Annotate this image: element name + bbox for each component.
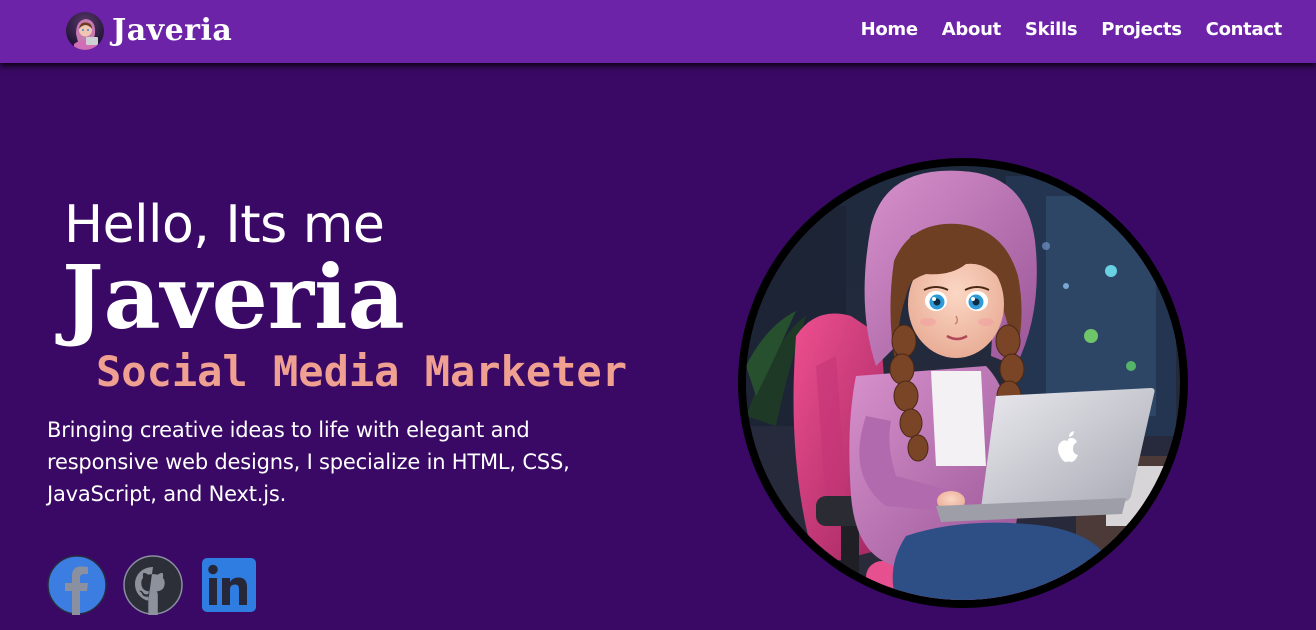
hero-name: Javeria <box>62 245 405 349</box>
hero-role: Social Media Marketer <box>96 347 628 396</box>
profile-portrait <box>738 158 1188 608</box>
nav-link-about[interactable]: About <box>942 19 1001 40</box>
avatar-icon <box>66 12 104 50</box>
nav-link-skills[interactable]: Skills <box>1025 19 1078 40</box>
nav-links: Home About Skills Projects Contact <box>861 19 1283 40</box>
social-links <box>47 555 259 615</box>
navbar: Javeria Home About Skills Projects Conta… <box>0 0 1316 63</box>
hero-intro: Bringing creative ideas to life with ele… <box>47 418 570 506</box>
nav-link-projects[interactable]: Projects <box>1101 19 1182 40</box>
brand-link[interactable]: Javeria <box>66 12 232 50</box>
linkedin-icon[interactable] <box>199 555 259 615</box>
nav-link-home[interactable]: Home <box>861 19 919 40</box>
github-icon[interactable] <box>123 555 183 615</box>
facebook-icon[interactable] <box>47 555 107 615</box>
girl-with-laptop-illustration <box>746 166 1180 600</box>
brand-name: Javeria <box>112 13 233 48</box>
nav-link-contact[interactable]: Contact <box>1206 19 1283 40</box>
